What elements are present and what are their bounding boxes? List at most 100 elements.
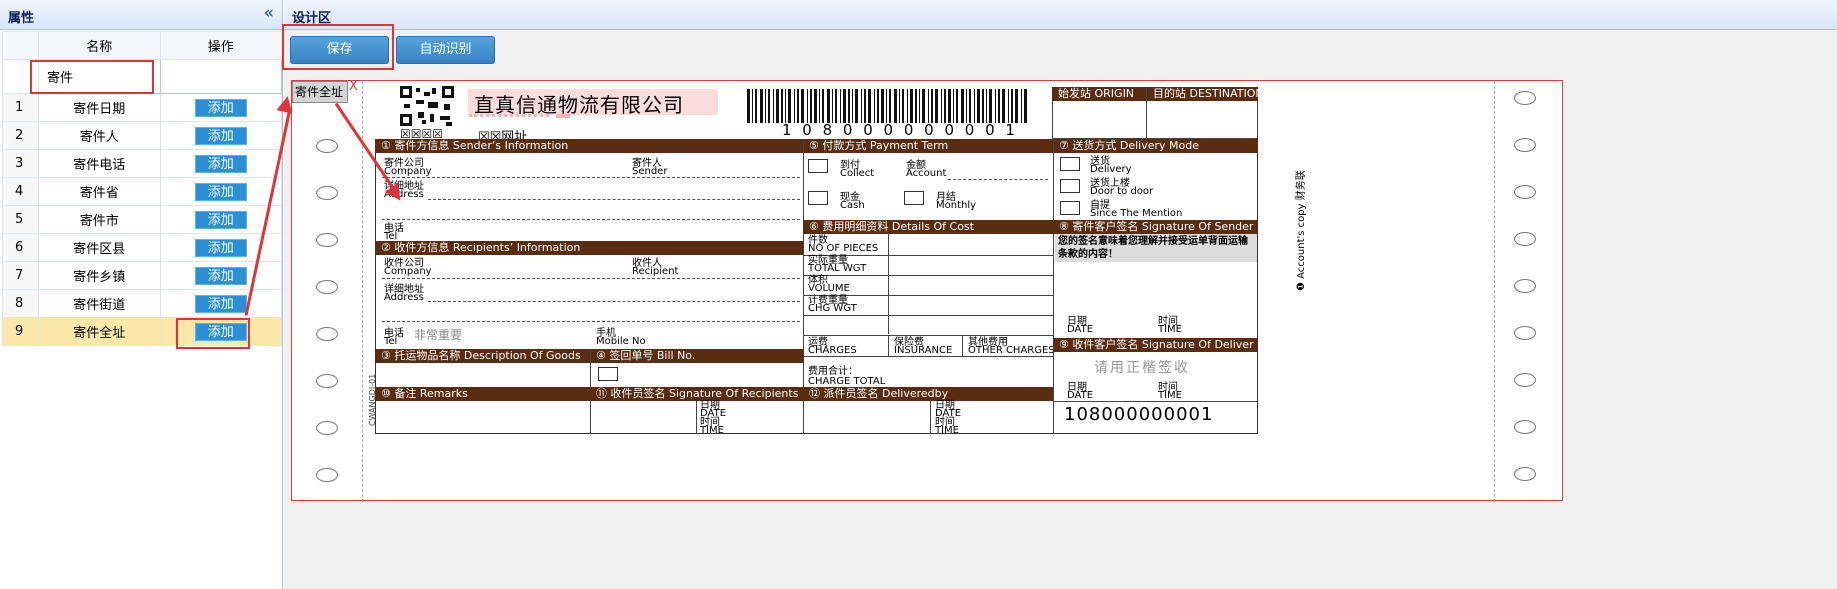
table-row[interactable]: 5 寄件市 添加 [2, 205, 283, 234]
recipient-signature-bar: ⑪ 收件员签名 Signature Of Recipients [590, 387, 803, 401]
auto-recognize-button[interactable]: 自动识别 [396, 36, 495, 64]
punch-hole [316, 327, 338, 341]
account-copy-label: ❶ Account's copy 财务联 [1296, 170, 1307, 291]
add-button[interactable]: 添加 [194, 154, 247, 173]
form-code: CWANGDI-01 [368, 373, 377, 426]
punch-hole [1514, 138, 1536, 152]
sender-address-line [428, 199, 800, 200]
punch-hole [316, 233, 338, 247]
field-name: 寄件人 [38, 121, 161, 150]
add-button[interactable]: 添加 [194, 182, 247, 201]
table-row[interactable]: 7 寄件乡镇 添加 [2, 261, 283, 290]
row-number: 2 [2, 121, 39, 150]
monthly-checkbox[interactable] [904, 191, 924, 205]
close-icon[interactable]: X [349, 79, 358, 94]
goods-description-bar: ③ 托运物品名称 Description Of Goods [375, 349, 590, 363]
punch-hole [316, 468, 338, 482]
punch-hole [316, 421, 338, 435]
recipient-info-bar: ② 收件方信息 Recipients’ Information [375, 241, 803, 255]
add-button[interactable]: 添加 [194, 126, 247, 145]
table-row[interactable]: 8 寄件街道 添加 [2, 289, 283, 318]
payment-term-bar: ⑤ 付款方式 Payment Term [803, 139, 1053, 153]
arrow-head [276, 94, 296, 114]
sender-company-label-en: Company [384, 166, 432, 177]
punch-hole [1514, 373, 1536, 387]
field-name: 寄件日期 [38, 93, 161, 122]
punch-hole [316, 374, 338, 388]
col-op-header: 操作 [159, 31, 283, 60]
punch-hole [1514, 326, 1536, 340]
punch-hole [1514, 467, 1536, 481]
row-number: 6 [2, 233, 39, 262]
delivery-mode-bar: ⑦ 送货方式 Delivery Mode [1053, 139, 1258, 153]
signature-notice: 您的签名意味着您理解并接受运单背面运输条款的内容！ [1058, 236, 1248, 260]
barcode-icon [747, 89, 1027, 123]
remarks-bar: ⑩ 备注 Remarks [375, 387, 590, 401]
design-header: 设计区 [284, 0, 1837, 30]
row-number: 9 [2, 317, 39, 346]
add-button[interactable]: 添加 [194, 98, 247, 117]
add-button[interactable]: 添加 [194, 266, 247, 285]
table-row[interactable]: 2 寄件人 添加 [2, 121, 283, 150]
field-name: 寄件市 [38, 205, 161, 234]
row-number: 3 [2, 149, 39, 178]
cash-checkbox[interactable] [808, 191, 828, 205]
qr-code-icon [400, 86, 454, 126]
bill-number-bar: ④ 签回单号 Bill No. [590, 349, 803, 363]
sign-hint: 请用正楷签收 [1094, 360, 1190, 376]
deliver-signature-bar: ⑨ 收件客户签名 Signature Of Deliver [1053, 338, 1258, 352]
barcode-number: 1 0 8 0 0 0 0 0 0 0 0 1 [782, 121, 1018, 139]
field-name: 寄件全址 [38, 317, 161, 346]
add-highlight [176, 318, 250, 349]
add-button[interactable]: 添加 [194, 294, 247, 313]
table-row[interactable]: 4 寄件省 添加 [2, 177, 283, 206]
attribute-panel: 属性 « 名称 操作 寄件 1 寄件日期 添加 2 寄件人 添加 3 寄件电话 添加 4 寄件省 添加 5… [0, 0, 283, 589]
sender-name-label-en: Sender [632, 166, 668, 177]
field-name: 寄件乡镇 [38, 261, 161, 290]
collapse-icon[interactable]: « [264, 3, 274, 23]
origin-label: 始发站 ORIGIN [1052, 87, 1146, 101]
op-filter-input[interactable] [159, 59, 283, 94]
field-name: 寄件区县 [38, 233, 161, 262]
search-highlight [30, 60, 154, 94]
punch-hole [1514, 420, 1536, 434]
delivered-by-bar: ⑫ 派件员签名 Deliveredby [803, 387, 1053, 401]
punch-hole [1514, 91, 1536, 105]
row-number: 8 [2, 289, 39, 318]
waybill-canvas[interactable]: 寄件全址 X ☒☒☒☒ 直真信通物流有限公司 ☒☒网址 1 0 8 0 0 0 … [291, 79, 1563, 502]
punch-hole [1514, 279, 1536, 293]
add-button[interactable]: 添加 [194, 238, 247, 257]
table-row[interactable]: 3 寄件电话 添加 [2, 149, 283, 178]
field-name: 寄件省 [38, 177, 161, 206]
save-highlight [282, 24, 394, 70]
punch-hole [316, 186, 338, 200]
self-pickup-checkbox[interactable] [1060, 201, 1080, 215]
sender-signature-bar: ⑧ 寄件客户签名 Signature Of Sender [1053, 220, 1258, 234]
collect-checkbox[interactable] [808, 159, 828, 173]
punch-hole [1514, 232, 1536, 246]
sender-info-bar: ① 寄件方信息 Sender’s Information [375, 139, 803, 153]
recipient-tel-value: 非常重要 [414, 328, 463, 342]
row-number: 1 [2, 93, 39, 122]
table-row[interactable]: 1 寄件日期 添加 [2, 93, 283, 122]
col-name-header: 名称 [38, 31, 161, 60]
field-name: 寄件电话 [38, 149, 161, 178]
row-number: 7 [2, 261, 39, 290]
table-row[interactable]: 6 寄件区县 添加 [2, 233, 283, 262]
row-number: 5 [2, 205, 39, 234]
door-checkbox[interactable] [1060, 179, 1080, 193]
field-tag[interactable]: 寄件全址 [292, 81, 348, 103]
row-number: 4 [2, 177, 39, 206]
punch-hole [316, 139, 338, 153]
add-button[interactable]: 添加 [194, 210, 247, 229]
bill-checkbox[interactable] [598, 367, 618, 381]
punch-hole [316, 280, 338, 294]
destination-label: 目的站 DESTINATION [1146, 87, 1264, 101]
punch-hole [1514, 185, 1536, 199]
panel-header: 属性 « [0, 0, 282, 30]
delivery-checkbox[interactable] [1060, 157, 1080, 171]
bottom-waybill-number: 108000000001 [1064, 404, 1214, 425]
field-name: 寄件街道 [38, 289, 161, 318]
cost-details-bar: ⑥ 费用明细资料 Details Of Cost [803, 220, 1053, 234]
panel-title: 属性 [8, 11, 35, 26]
